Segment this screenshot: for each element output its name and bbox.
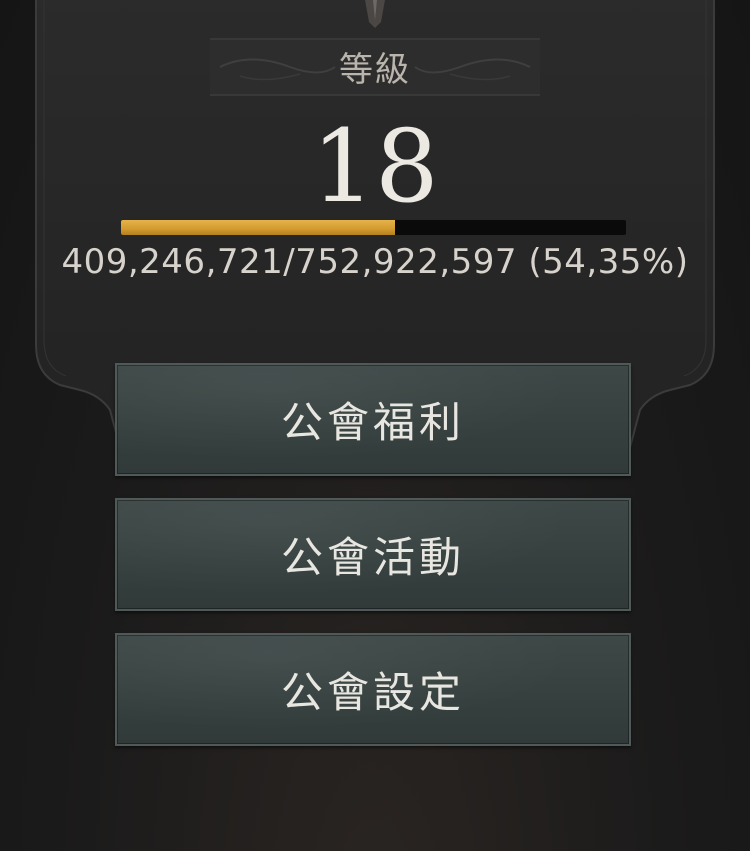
guild-benefits-button[interactable]: 公會福利: [115, 363, 631, 476]
guild-benefits-label: 公會福利: [280, 398, 465, 447]
xp-progress-text: 409,246,721/752,922,597 (54,35%): [61, 242, 689, 282]
xp-progress-bar: [121, 220, 626, 235]
level-value: 18: [311, 108, 439, 225]
level-title: 等級: [339, 50, 411, 90]
guild-settings-button[interactable]: 公會設定: [115, 633, 631, 746]
crest-icon: [365, 0, 385, 28]
guild-settings-label: 公會設定: [280, 668, 465, 717]
guild-events-label: 公會活動: [280, 533, 465, 582]
xp-progress-fill: [121, 220, 396, 235]
guild-events-button[interactable]: 公會活動: [115, 498, 631, 611]
